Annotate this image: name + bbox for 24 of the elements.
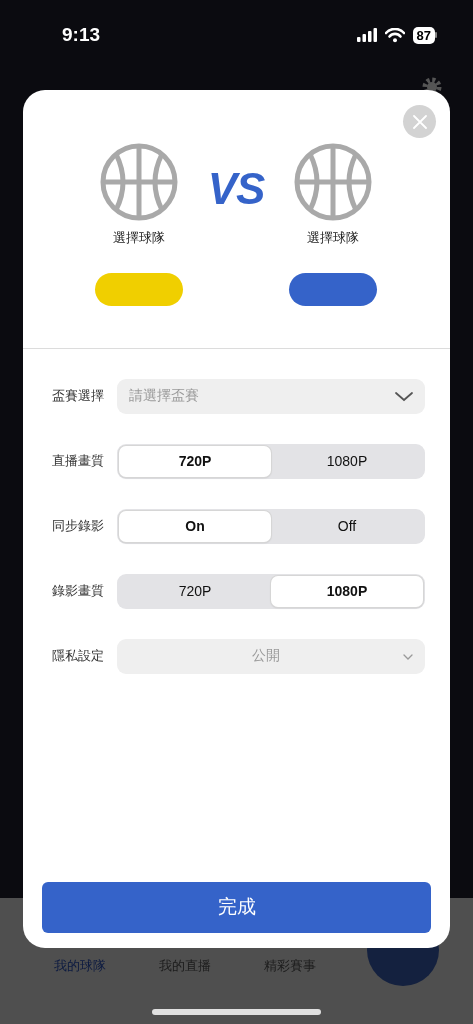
segment-option[interactable]: Off: [271, 511, 423, 542]
field-label: 盃賽選擇: [52, 388, 105, 406]
segment-option[interactable]: 1080P: [271, 446, 423, 477]
team-color-button[interactable]: [289, 273, 377, 306]
team-color-button[interactable]: [95, 273, 183, 306]
field-label: 直播畫質: [52, 453, 105, 471]
wifi-icon: [384, 27, 405, 43]
done-button[interactable]: 完成: [42, 882, 431, 933]
close-icon: [412, 114, 427, 129]
team-label: 選擇球隊: [307, 229, 359, 247]
vs-label: VS: [207, 165, 265, 215]
battery-level: 87: [412, 26, 435, 44]
segment-option[interactable]: 720P: [119, 446, 271, 477]
segment-option[interactable]: On: [119, 511, 271, 542]
segment-option[interactable]: 1080P: [271, 576, 423, 607]
team-label: 選擇球隊: [113, 229, 165, 247]
status-time: 9:13: [62, 22, 101, 47]
field-label: 錄影畫質: [52, 583, 105, 601]
field-label: 同步錄影: [52, 518, 105, 536]
basketball-icon: [100, 143, 178, 221]
segment-option[interactable]: 720P: [119, 576, 271, 607]
field-label: 隱私設定: [52, 648, 105, 666]
basketball-icon: [294, 143, 372, 221]
signal-icon: [356, 28, 377, 42]
